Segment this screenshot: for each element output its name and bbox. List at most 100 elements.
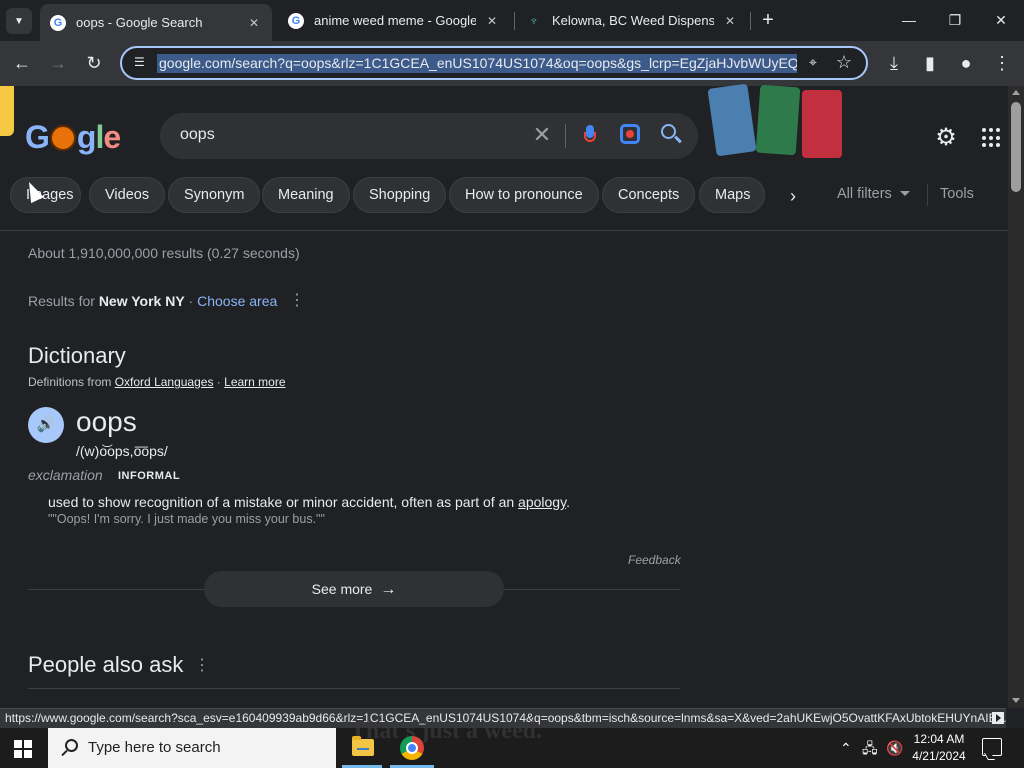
paa-more-options-icon[interactable]: ⋮ [194, 658, 210, 674]
chip-meaning[interactable]: Meaning [262, 177, 350, 213]
url-text[interactable]: google.com/search?q=oops&rlz=1C1GCEA_enU… [157, 54, 797, 73]
tab-separator [750, 12, 751, 30]
definition: used to show recognition of a mistake or… [48, 494, 570, 510]
profile-avatar-icon[interactable]: ● [953, 50, 979, 76]
tab-kelowna-dispensary[interactable]: ♆ Kelowna, BC Weed Dispensarie ✕ [516, 4, 748, 37]
apology-link[interactable]: apology [518, 494, 566, 510]
browser-toolbar: ← → ↻ ☰ google.com/search?q=oops&rlz=1C1… [0, 41, 1024, 86]
network-icon[interactable]: 🖧 [862, 740, 878, 756]
clear-search-icon[interactable]: ✕ [530, 123, 554, 147]
location-pin-icon[interactable]: ⌖ [804, 54, 822, 72]
bookmark-star-icon[interactable]: ☆ [834, 52, 854, 72]
tab-search-chevron-icon[interactable]: ▼ [6, 8, 32, 34]
download-icon[interactable]: ⤓ [881, 50, 907, 76]
dictionary-title: Dictionary [28, 343, 126, 368]
new-tab-plus-icon[interactable]: + [758, 10, 778, 30]
tab-separator [514, 12, 515, 30]
side-panel-icon[interactable]: ▮ [917, 50, 943, 76]
system-clock[interactable]: 12:04 AM 4/21/2024 [908, 731, 970, 765]
file-explorer-app[interactable] [338, 728, 386, 768]
address-bar[interactable]: ☰ google.com/search?q=oops&rlz=1C1GCEA_e… [120, 46, 868, 80]
scroll-down-arrow-icon[interactable] [1012, 698, 1020, 703]
site-info-tune-icon[interactable]: ☰ [134, 55, 152, 71]
screen: ▼ G oops - Google Search ✕ G anime weed … [0, 0, 1024, 768]
search-icon[interactable] [660, 123, 684, 147]
restore-icon[interactable]: ❐ [932, 8, 978, 32]
settings-gear-icon[interactable]: ⚙ [934, 126, 958, 150]
file-explorer-folder-icon [352, 736, 374, 756]
chip-videos[interactable]: Videos [89, 177, 166, 213]
paa-divider [28, 688, 680, 689]
see-more-button[interactable]: See more → [204, 571, 504, 607]
all-filters-button[interactable]: All filters [837, 186, 910, 202]
tray-chevron-up-icon[interactable]: ⌃ [840, 740, 852, 756]
page-scrollbar[interactable] [1008, 86, 1024, 708]
search-input[interactable]: oops [180, 126, 215, 144]
part-of-speech: exclamation [28, 467, 103, 483]
dispensary-favicon-icon: ♆ [529, 13, 539, 28]
tab-title: oops - Google Search [76, 15, 203, 30]
scroll-up-arrow-icon[interactable] [1012, 90, 1020, 95]
chip-concepts[interactable]: Concepts [602, 177, 696, 213]
taskbar-search-box[interactable]: Type here to search [48, 728, 336, 768]
tools-divider [927, 184, 928, 206]
google-favicon-icon: G [288, 12, 304, 29]
tab-title: Kelowna, BC Weed Dispensarie [552, 13, 714, 28]
tab-anime-weed-meme[interactable]: G anime weed meme - Google Se ✕ [278, 4, 510, 37]
learn-more-link[interactable]: Learn more [224, 375, 285, 389]
usage-example: ""Oops! I'm sorry. I just made you miss … [48, 512, 325, 526]
doodle-decoration-left [0, 86, 14, 136]
choose-area-link[interactable]: Choose area [197, 293, 277, 309]
tab-close-icon[interactable]: ✕ [246, 15, 262, 31]
feedback-link[interactable]: Feedback [628, 553, 681, 567]
taskbar-search-placeholder: Type here to search [88, 739, 221, 756]
chevron-right-icon[interactable]: › [783, 186, 803, 206]
caret-down-icon [899, 191, 910, 196]
minimize-icon[interactable]: — [886, 8, 932, 32]
windows-start-icon[interactable] [14, 740, 32, 758]
search-box[interactable]: oops ✕ [160, 113, 698, 159]
oxford-languages-link[interactable]: Oxford Languages [115, 375, 214, 389]
chip-synonym[interactable]: Synonym [168, 177, 261, 213]
chrome-app[interactable] [388, 728, 436, 768]
tab-title: anime weed meme - Google Se [314, 13, 476, 28]
tab-close-icon[interactable]: ✕ [722, 13, 738, 29]
clock-date: 4/21/2024 [912, 749, 966, 763]
result-stats: About 1,910,000,000 results (0.27 second… [28, 245, 300, 261]
chrome-icon [400, 736, 424, 760]
people-also-ask-title: People also ask [28, 652, 184, 677]
location-more-options-icon[interactable]: ⋮ [289, 293, 305, 309]
phonetic-spelling: /(w)o͝ops,o͞ops/ [76, 443, 168, 459]
google-lens-icon[interactable] [620, 124, 640, 144]
dictionary-word: oops [76, 406, 137, 437]
location-line: Results for New York NY · Choose area [28, 293, 278, 309]
windows-taskbar: Type here to search That's just a weed. … [0, 718, 1024, 768]
voice-search-mic-icon[interactable] [581, 124, 599, 148]
location-name: New York NY [98, 293, 185, 309]
volume-muted-icon[interactable]: 🔇 [886, 740, 903, 756]
search-results: About 1,910,000,000 results (0.27 second… [0, 231, 1008, 708]
pronunciation-speaker-icon[interactable]: 🔊 [28, 407, 64, 443]
status-expand-arrow-icon [992, 712, 1004, 724]
arrow-right-icon: → [380, 581, 397, 598]
google-apps-grid-icon[interactable] [982, 128, 1002, 148]
chrome-menu-icon[interactable]: ⋮ [989, 50, 1015, 76]
chip-shopping[interactable]: Shopping [353, 177, 447, 213]
basketball-icon [49, 125, 76, 151]
scrollbar-thumb[interactable] [1011, 102, 1021, 192]
search-icon [60, 738, 80, 758]
chip-maps[interactable]: Maps [699, 177, 765, 213]
back-arrow-icon[interactable]: ← [9, 50, 35, 76]
notifications-icon[interactable] [982, 738, 1002, 756]
close-icon[interactable]: ✕ [978, 8, 1024, 32]
search-divider [565, 124, 566, 148]
tools-button[interactable]: Tools [940, 186, 974, 202]
forward-arrow-icon[interactable]: → [45, 50, 71, 76]
google-doodle-logo[interactable]: Ggle [25, 119, 121, 156]
register-label: INFORMAL [118, 470, 181, 482]
tab-close-icon[interactable]: ✕ [484, 13, 500, 29]
reload-icon[interactable]: ↻ [81, 50, 107, 76]
tab-oops-search[interactable]: G oops - Google Search ✕ [40, 4, 272, 41]
chip-images[interactable]: Images [10, 177, 81, 213]
chip-how-to-pronounce[interactable]: How to pronounce [449, 177, 599, 213]
